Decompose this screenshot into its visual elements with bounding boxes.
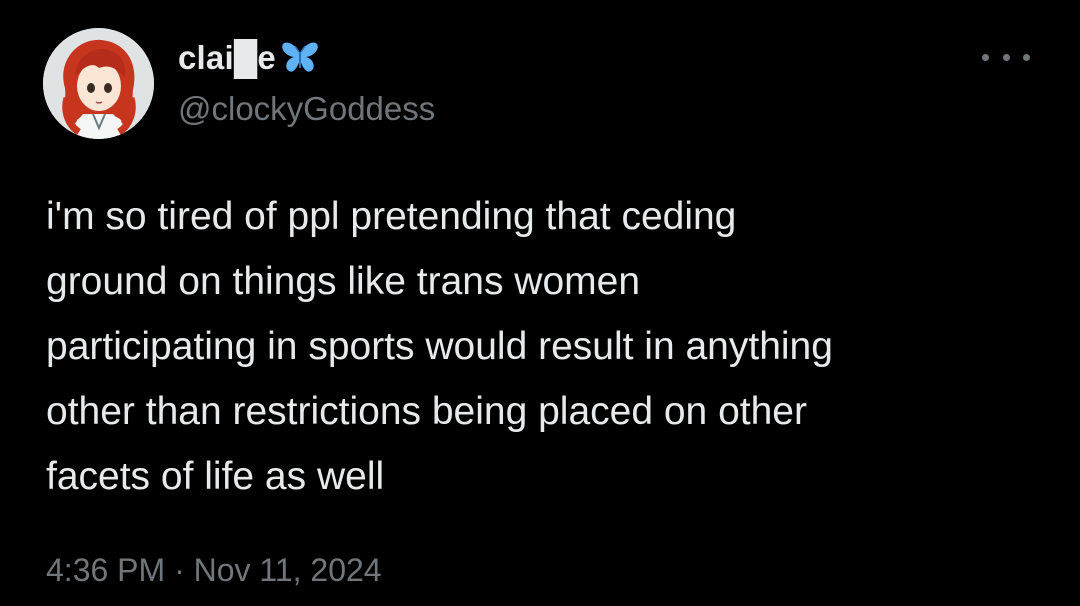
tweet-card: clai█e @clockyGoddess i'm so tired of pp…: [0, 0, 1080, 606]
display-name-row: clai█e: [178, 36, 435, 80]
avatar-illustration: [43, 28, 154, 139]
dot: [982, 53, 989, 61]
tweet-text-line: participating in sports would result in …: [46, 325, 833, 368]
user-handle[interactable]: @clockyGoddess: [178, 90, 435, 128]
tweet-text-line: ground on things like trans women: [46, 260, 641, 303]
display-name[interactable]: clai█e: [178, 39, 276, 77]
tweet-text-line: other than restrictions being placed on …: [46, 390, 807, 433]
avatar[interactable]: [43, 28, 154, 139]
tweet-timestamp[interactable]: 4:36 PM · Nov 11, 2024: [46, 552, 382, 589]
tweet-text-line: facets of life as well: [46, 455, 385, 498]
butterfly-icon: [280, 40, 320, 76]
dot: [1002, 53, 1010, 61]
tweet-header: clai█e @clockyGoddess: [178, 36, 435, 128]
tweet-text-line: i'm so tired of ppl pretending that cedi…: [46, 195, 737, 238]
more-options-icon[interactable]: [982, 42, 1030, 72]
tweet-text: i'm so tired of ppl pretending that cedi…: [46, 184, 1046, 509]
dot: [1023, 53, 1030, 61]
